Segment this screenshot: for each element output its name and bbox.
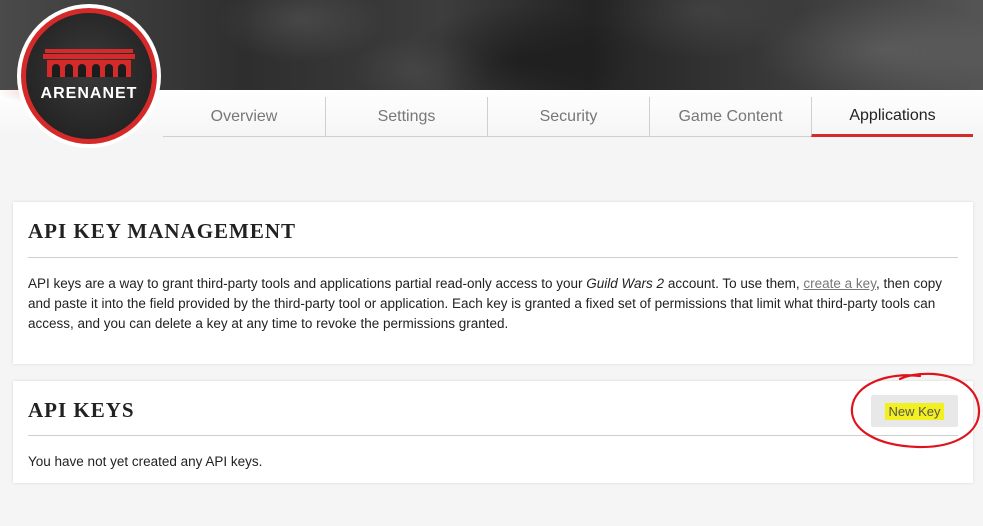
empty-keys-message: You have not yet created any API keys. (28, 454, 263, 469)
new-key-button[interactable]: New Key (871, 395, 958, 427)
management-title: API KEY MANAGEMENT (28, 219, 297, 243)
tab-security[interactable]: Security (487, 97, 649, 136)
colosseum-icon (43, 49, 135, 77)
game-name: Guild Wars 2 (586, 276, 665, 291)
arenanet-logo[interactable]: ARENANET (17, 4, 161, 148)
logo-badge: ARENANET (26, 13, 152, 139)
tab-overview[interactable]: Overview (163, 97, 325, 136)
api-key-management-card: API KEY MANAGEMENT API keys are a way to… (13, 202, 973, 364)
account-tabs: Overview Settings Security Game Content … (163, 97, 973, 137)
api-keys-title: API KEYS (28, 398, 135, 422)
tab-game-content[interactable]: Game Content (649, 97, 811, 136)
logo-ring: ARENANET (21, 8, 157, 144)
create-key-link[interactable]: create a key (803, 276, 876, 291)
tab-applications[interactable]: Applications (811, 97, 973, 137)
management-description: API keys are a way to grant third-party … (28, 274, 960, 334)
api-keys-card: API KEYS New Key You have not yet create… (13, 381, 973, 483)
description-text: account. To use them, (664, 276, 804, 291)
new-key-label: New Key (885, 402, 944, 420)
tab-settings[interactable]: Settings (325, 97, 487, 136)
divider (28, 435, 958, 436)
logo-text: ARENANET (40, 85, 138, 102)
description-text: API keys are a way to grant third-party … (28, 276, 587, 291)
divider (28, 257, 958, 258)
